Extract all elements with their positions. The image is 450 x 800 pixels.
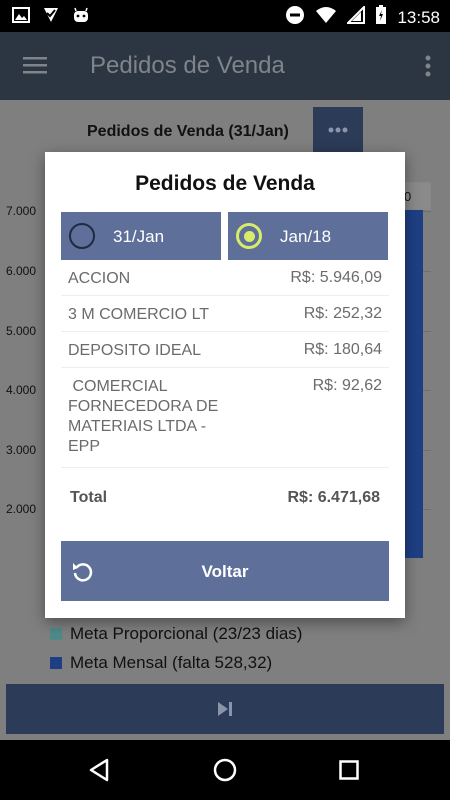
order-value: R$: 180,64 [303,341,382,358]
customer-name: COMERCIAL FORNECEDORA DE MATERIAIS LTDA … [68,378,223,455]
chart-title: Pedidos de Venda (31/Jan) [87,123,289,140]
customer-name: DEPOSITO IDEAL [68,342,202,359]
more-horizontal-icon [328,127,348,133]
hamburger-menu-icon[interactable] [22,54,48,76]
legend-label: Meta Mensal (falta 528,32) [70,653,273,672]
list-item: DEPOSITO IDEAL R$: 180,64 [61,332,389,368]
sales-orders-dialog: Pedidos de Venda 31/Jan Jan/18 ACCION R$… [45,152,405,618]
y-tick-label: 2.000 [6,502,37,516]
do-not-disturb-icon [285,5,305,30]
total-label: Total [70,489,108,506]
customer-name: ACCION [68,270,131,287]
total-value: R$: 6.471,68 [287,489,380,506]
android-icon [72,6,90,29]
status-time: 13:58 [397,7,440,27]
y-tick-label: 3.000 [6,443,37,457]
home-nav-icon[interactable] [213,758,237,787]
chart-bar [404,210,423,558]
total-row: Total R$: 6.471,68 [61,482,389,512]
status-bar: 13:58 [0,0,450,32]
download-check-icon [42,6,60,29]
app-title: Pedidos de Venda [90,52,285,79]
gallery-icon [12,6,30,29]
back-nav-icon[interactable] [88,758,110,787]
tab-jan-18[interactable]: Jan/18 [228,212,388,260]
order-value: R$: 92,62 [312,377,382,394]
overflow-menu-icon[interactable] [424,52,432,80]
app-bar: Pedidos de Venda [0,32,450,100]
signal-icon [346,4,366,29]
y-tick-label: 6.000 [6,264,37,278]
legend-item: Meta Proporcional (23/23 dias) [50,624,302,644]
dialog-title: Pedidos de Venda [135,172,315,195]
legend-swatch [50,628,62,640]
chart-options-button[interactable] [313,107,363,153]
tab-label: 31/Jan [113,227,165,246]
battery-charging-icon [375,5,387,30]
radio-unselected-icon[interactable] [69,223,95,249]
legend-item: Meta Mensal (falta 528,32) [50,653,272,673]
list-item: ACCION R$: 5.946,09 [61,260,389,296]
radio-selected-icon[interactable] [236,223,262,249]
legend-swatch [50,657,62,669]
bottom-toolbar [6,684,444,734]
back-button-label: Voltar [201,562,249,581]
y-tick-label: 5.000 [6,324,37,338]
customer-name: 3 M COMERCIO LT [68,306,210,323]
bar-label: 0 [404,189,412,204]
system-nav-bar [0,740,450,800]
tab-label: Jan/18 [280,227,332,246]
list-item: COMERCIAL FORNECEDORA DE MATERIAIS LTDA … [61,368,389,468]
list-item: 3 M COMERCIO LT R$: 252,32 [61,296,389,332]
tab-31-jan[interactable]: 31/Jan [61,212,221,260]
y-tick-label: 4.000 [6,383,37,397]
order-value: R$: 5.946,09 [290,269,382,286]
order-value: R$: 252,32 [303,305,382,322]
back-button[interactable]: Voltar [61,541,389,601]
recent-apps-icon[interactable] [339,760,359,785]
y-tick-label: 7.000 [6,204,37,218]
skip-to-end-icon[interactable] [217,701,233,717]
wifi-icon [315,6,337,29]
legend-label: Meta Proporcional (23/23 dias) [70,624,303,643]
